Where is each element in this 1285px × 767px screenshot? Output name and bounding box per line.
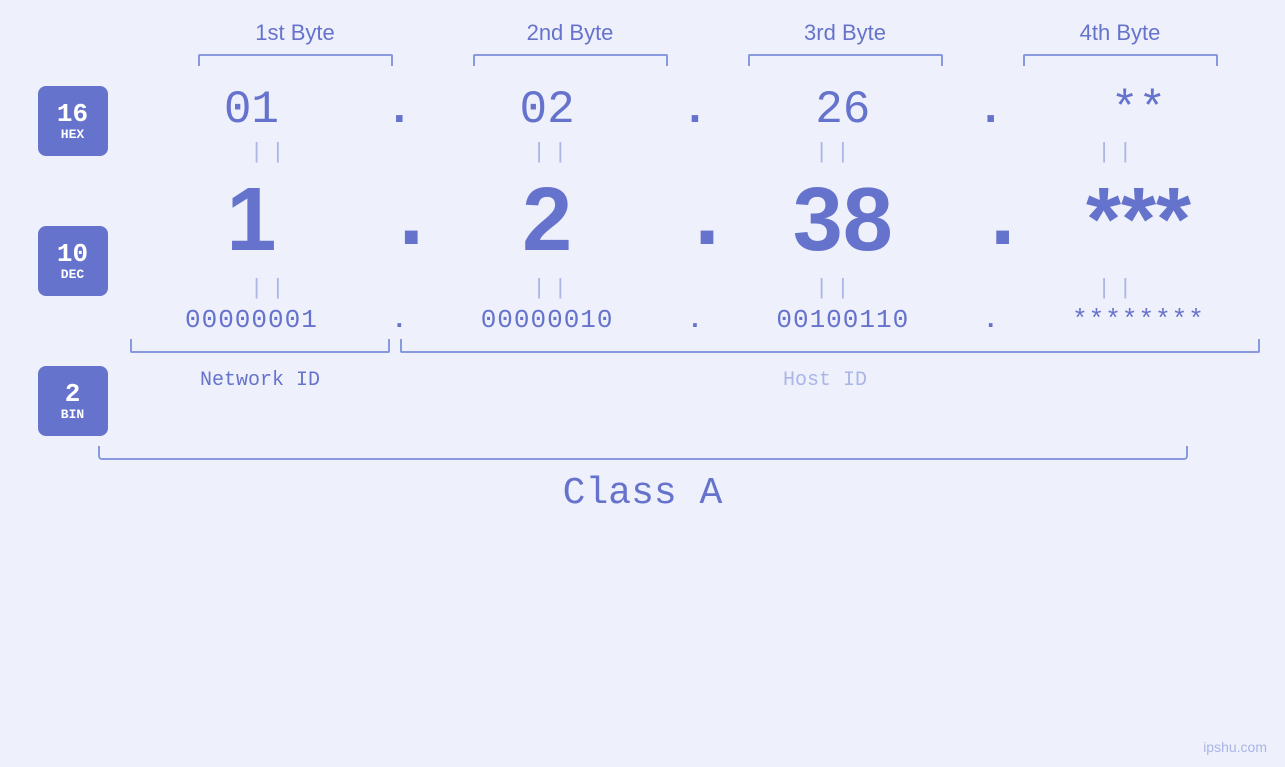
bin-badge-type: BIN: [61, 408, 84, 422]
class-label: Class A: [563, 472, 723, 515]
pipe2-b4: ||: [1009, 276, 1229, 301]
pipe-row-2: || || || ||: [130, 276, 1260, 301]
top-brackets: [158, 54, 1258, 66]
byte2-label: 2nd Byte: [460, 20, 680, 46]
dec-badge: 10 DEC: [38, 226, 108, 296]
host-bracket: [400, 339, 1260, 353]
byte3-label: 3rd Byte: [735, 20, 955, 46]
hex-b2: 02: [437, 84, 657, 136]
dec-badge-num: 10: [57, 240, 88, 269]
bin-badge-num: 2: [65, 380, 81, 409]
bin-b4: ********: [1028, 305, 1248, 335]
content-area: 16 HEX 10 DEC 2 BIN 01 . 02 . 26 . **: [0, 76, 1285, 436]
network-bracket: [130, 339, 390, 353]
dec-b2: 2: [437, 169, 657, 272]
pipe2-b2: ||: [444, 276, 664, 301]
bracket-byte1: [198, 54, 393, 66]
hex-dot2: .: [680, 84, 710, 136]
byte4-label: 4th Byte: [1010, 20, 1230, 46]
bin-badge: 2 BIN: [38, 366, 108, 436]
main-container: 1st Byte 2nd Byte 3rd Byte 4th Byte 16 H…: [0, 0, 1285, 767]
pipe1-b3: ||: [726, 140, 946, 165]
class-bracket: [98, 446, 1188, 460]
dec-dot3: .: [976, 170, 1006, 272]
bracket-byte3: [748, 54, 943, 66]
id-labels: Network ID Host ID: [130, 369, 1260, 392]
bin-dot3: .: [976, 305, 1006, 335]
dec-badge-type: DEC: [61, 268, 84, 282]
dec-row: 1 . 2 . 38 . ***: [130, 169, 1260, 272]
hex-b1: 01: [141, 84, 361, 136]
bracket-byte4: [1023, 54, 1218, 66]
dec-dot2: .: [680, 170, 710, 272]
bin-b1: 00000001: [141, 305, 361, 335]
pipe2-b1: ||: [161, 276, 381, 301]
pipe1-b2: ||: [444, 140, 664, 165]
bin-b3: 00100110: [733, 305, 953, 335]
byte1-label: 1st Byte: [185, 20, 405, 46]
dec-dot1: .: [384, 170, 414, 272]
bin-b2: 00000010: [437, 305, 657, 335]
bin-dot1: .: [384, 305, 414, 335]
hex-dot1: .: [384, 84, 414, 136]
hex-row: 01 . 02 . 26 . **: [130, 84, 1260, 136]
dec-b4: ***: [1028, 169, 1248, 272]
hex-b3: 26: [733, 84, 953, 136]
bin-dot2: .: [680, 305, 710, 335]
hex-b4: **: [1028, 84, 1248, 136]
network-id-label: Network ID: [130, 369, 390, 392]
pipe1-b1: ||: [161, 140, 381, 165]
bottom-brackets: [130, 339, 1260, 359]
host-id-label: Host ID: [390, 369, 1260, 392]
bin-row: 00000001 . 00000010 . 00100110 . *******…: [130, 305, 1260, 335]
dec-b1: 1: [141, 169, 361, 272]
hex-badge-num: 16: [57, 100, 88, 129]
pipe1-b4: ||: [1009, 140, 1229, 165]
data-area: 01 . 02 . 26 . ** || || || || 1 . 2 .: [130, 76, 1285, 392]
hex-badge-type: HEX: [61, 128, 84, 142]
pipe2-b3: ||: [726, 276, 946, 301]
watermark: ipshu.com: [1203, 739, 1267, 755]
badges-column: 16 HEX 10 DEC 2 BIN: [0, 86, 130, 436]
hex-badge: 16 HEX: [38, 86, 108, 156]
byte-headers: 1st Byte 2nd Byte 3rd Byte 4th Byte: [158, 20, 1258, 46]
hex-dot3: .: [976, 84, 1006, 136]
dec-b3: 38: [733, 169, 953, 272]
bracket-byte2: [473, 54, 668, 66]
pipe-row-1: || || || ||: [130, 140, 1260, 165]
